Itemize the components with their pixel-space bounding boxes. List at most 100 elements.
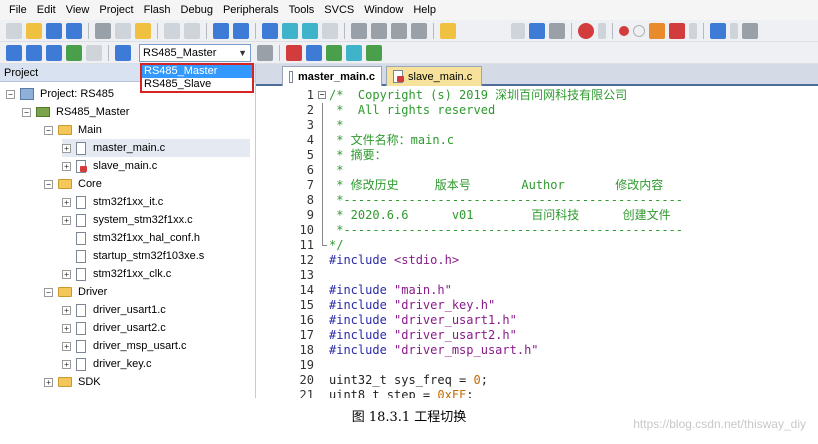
breakpoint-icon[interactable] xyxy=(619,25,629,36)
dropdown-option-master[interactable]: RS485_Master xyxy=(142,65,252,78)
software-packs-icon[interactable] xyxy=(366,44,382,61)
menu-view[interactable]: View xyxy=(61,0,95,20)
find-in-files-icon[interactable] xyxy=(440,22,456,39)
code-line: 15 #include "driver_key.h" xyxy=(256,298,818,313)
bookmark-prev-icon[interactable] xyxy=(282,22,298,39)
menu-peripherals[interactable]: Peripherals xyxy=(218,0,284,20)
find-combo-icon[interactable] xyxy=(511,22,525,39)
tree-folder[interactable]: − Core xyxy=(44,175,102,193)
expand-icon[interactable]: + xyxy=(62,305,71,315)
menu-svcs[interactable]: SVCS xyxy=(319,0,359,20)
tree-file[interactable]: + driver_usart2.c xyxy=(62,319,166,337)
tree-folder[interactable]: − Driver xyxy=(44,283,107,301)
code-editor[interactable]: 1−/* Copyright (s) 2019 深圳百问网科技有限公司 2 * A… xyxy=(256,86,818,398)
expand-icon[interactable]: + xyxy=(62,143,71,153)
tree-file[interactable]: + driver_msp_usart.c xyxy=(62,337,187,355)
expand-icon[interactable]: + xyxy=(62,215,71,225)
expand-icon[interactable]: + xyxy=(44,377,53,387)
tree-file[interactable]: + stm32f1xx_clk.c xyxy=(62,265,171,283)
tree-target[interactable]: − RS485_Master xyxy=(22,103,129,121)
menu-tools[interactable]: Tools xyxy=(284,0,320,20)
collapse-icon[interactable]: − xyxy=(44,179,53,189)
expand-icon[interactable]: + xyxy=(62,161,71,171)
dropdown-arrow-icon[interactable] xyxy=(598,22,606,39)
tree-file[interactable]: + master_main.c xyxy=(62,139,250,157)
tree-file[interactable]: startup_stm32f103xe.s xyxy=(62,247,204,265)
unindent-icon[interactable] xyxy=(371,22,387,39)
uncomment-icon[interactable] xyxy=(411,22,427,39)
menu-bar: File Edit View Project Flash Debug Peripherals… xyxy=(0,0,818,20)
new-file-icon[interactable] xyxy=(6,22,22,39)
dropdown-arrow-icon[interactable] xyxy=(689,22,697,39)
menu-file[interactable]: File xyxy=(4,0,32,20)
incremental-find-icon[interactable] xyxy=(529,22,545,39)
nav-forward-icon[interactable] xyxy=(233,22,249,39)
manage-project-items-icon[interactable] xyxy=(286,44,302,61)
configure-icon[interactable] xyxy=(742,22,758,39)
tree-file[interactable]: + system_stm32f1xx.c xyxy=(62,211,193,229)
manage-runtime-icon[interactable] xyxy=(326,44,342,61)
menu-debug[interactable]: Debug xyxy=(176,0,218,20)
menu-window[interactable]: Window xyxy=(359,0,408,20)
collapse-icon[interactable]: − xyxy=(22,107,31,117)
translate-icon[interactable] xyxy=(6,44,22,61)
redo-icon[interactable] xyxy=(184,22,200,39)
copy-icon[interactable] xyxy=(115,22,131,39)
expand-icon[interactable]: + xyxy=(62,359,71,369)
bookmark-next-icon[interactable] xyxy=(302,22,318,39)
download-icon[interactable] xyxy=(66,44,82,61)
breakpoint-kill-icon[interactable] xyxy=(669,22,685,39)
expand-icon[interactable]: + xyxy=(62,269,71,279)
chevron-down-icon[interactable]: ▼ xyxy=(238,48,247,58)
expand-icon[interactable]: + xyxy=(62,323,71,333)
tree-file[interactable]: + stm32f1xx_it.c xyxy=(62,193,163,211)
build-icon[interactable] xyxy=(26,44,42,61)
nav-back-icon[interactable] xyxy=(213,22,229,39)
expand-icon[interactable]: + xyxy=(62,341,71,351)
tree-file[interactable]: + driver_usart1.c xyxy=(62,301,166,319)
target-select[interactable]: RS485_Master ▼ xyxy=(139,43,251,62)
tree-file[interactable]: + slave_main.c xyxy=(62,157,157,175)
save-icon[interactable] xyxy=(46,22,62,39)
collapse-icon[interactable]: − xyxy=(6,89,15,99)
window-layout-icon[interactable] xyxy=(710,22,726,39)
dropdown-option-slave[interactable]: RS485_Slave xyxy=(142,78,252,91)
debug-session-icon[interactable] xyxy=(578,22,594,39)
bookmark-clear-icon[interactable] xyxy=(322,22,338,39)
comment-icon[interactable] xyxy=(391,22,407,39)
batch-build-icon[interactable] xyxy=(115,44,131,61)
collapse-icon[interactable]: − xyxy=(44,287,53,297)
tree-file[interactable]: + driver_key.c xyxy=(62,355,151,373)
fold-icon[interactable]: − xyxy=(318,91,326,99)
expand-icon[interactable]: + xyxy=(62,197,71,207)
menu-project[interactable]: Project xyxy=(94,0,138,20)
breakpoint-disable-icon[interactable] xyxy=(633,24,645,37)
tab-slave-main[interactable]: slave_main.c xyxy=(386,66,482,86)
menu-flash[interactable]: Flash xyxy=(139,0,176,20)
tree-file[interactable]: stm32f1xx_hal_conf.h xyxy=(62,229,200,247)
rebuild-icon[interactable] xyxy=(46,44,62,61)
options-for-target-icon[interactable] xyxy=(257,44,273,61)
breakpoint-clear-icon[interactable] xyxy=(649,22,665,39)
code-text: * 修改历史 版本号 Author 修改内容 xyxy=(329,178,663,193)
save-all-icon[interactable] xyxy=(66,22,82,39)
undo-icon[interactable] xyxy=(164,22,180,39)
tab-master-main[interactable]: master_main.c xyxy=(282,66,382,86)
tree-folder[interactable]: + SDK xyxy=(44,373,101,391)
tree-folder[interactable]: − Main xyxy=(44,121,102,139)
open-folder-icon[interactable] xyxy=(26,22,42,39)
menu-help[interactable]: Help xyxy=(408,0,441,20)
menu-edit[interactable]: Edit xyxy=(32,0,61,20)
cut-icon[interactable] xyxy=(95,22,111,39)
find-icon[interactable] xyxy=(549,22,565,39)
stop-build-icon[interactable] xyxy=(86,44,102,61)
dropdown-arrow-icon[interactable] xyxy=(730,22,738,39)
select-packs-icon[interactable] xyxy=(306,44,322,61)
tree-project[interactable]: − Project: RS485 xyxy=(6,85,114,103)
collapse-icon[interactable]: − xyxy=(44,125,53,135)
paste-icon[interactable] xyxy=(135,22,151,39)
pack-installer-icon[interactable] xyxy=(346,44,362,61)
indent-icon[interactable] xyxy=(351,22,367,39)
bookmark-icon[interactable] xyxy=(262,22,278,39)
